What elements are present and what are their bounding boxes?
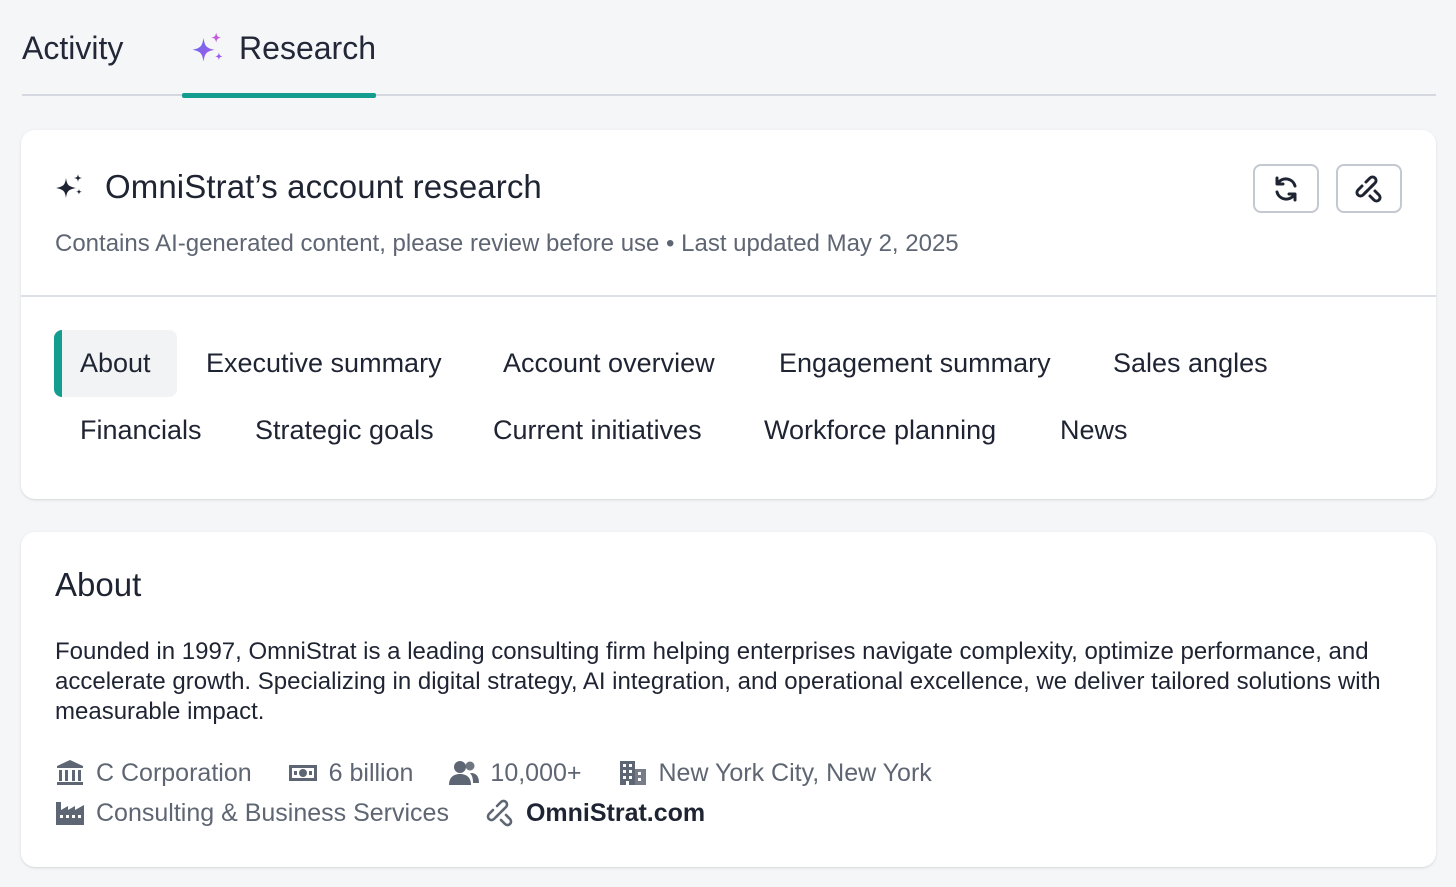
copy-link-button[interactable] [1336,164,1402,213]
tab-activity[interactable]: Activity [22,0,123,96]
account-research-card: OmniStrat’s account research Contains AI… [21,130,1436,499]
building-icon [619,761,646,785]
section-financials[interactable]: Financials [80,397,202,464]
section-executive-summary[interactable]: Executive summary [206,330,442,397]
section-news[interactable]: News [1060,397,1128,464]
website-value[interactable]: OmniStrat.com [526,799,705,828]
entity-type: C Corporation [55,758,252,788]
industry-value: Consulting & Business Services [96,798,449,827]
revenue-value: 6 billion [328,758,414,787]
bank-icon [57,760,83,785]
section-about[interactable]: About [54,330,177,397]
employees: 10,000+ [449,758,582,788]
tab-activity-label: Activity [22,29,124,66]
industry-icon [56,802,84,825]
about-description: Founded in 1997, OmniStrat is a leading … [55,638,1381,725]
tab-research-label: Research [239,29,376,66]
research-section-nav: About Executive summary Account overview… [21,297,1436,497]
users-icon [449,761,480,785]
ai-sparkle-icon [192,32,223,62]
research-title-row: OmniStrat’s account research [55,168,542,206]
tab-research[interactable]: Research [182,0,376,98]
company-meta-row: C Corporation 6 billion 10,000+ New York… [55,758,968,788]
location: New York City, New York [618,758,932,788]
section-workforce-planning[interactable]: Workforce planning [764,397,996,464]
section-account-overview[interactable]: Account overview [503,330,715,397]
location-value: New York City, New York [658,758,932,787]
section-strategic-goals[interactable]: Strategic goals [255,397,434,464]
about-card: About Founded in 1997, OmniStrat is a le… [21,532,1436,867]
revenue: 6 billion [288,758,414,788]
link-icon [1355,174,1382,203]
money-icon [288,765,317,781]
entity-type-value: C Corporation [96,758,252,787]
research-title: OmniStrat’s account research [105,168,542,205]
company-meta-row-2: Consulting & Business Services OmniStrat… [55,798,741,828]
link-icon [486,799,513,827]
section-current-initiatives[interactable]: Current initiatives [493,397,702,464]
refresh-icon [1275,176,1297,201]
sparkle-icon [56,174,82,198]
website-link[interactable]: OmniStrat.com [485,798,705,828]
top-tab-bar: Activity Research [22,0,1436,98]
refresh-button[interactable] [1253,164,1319,213]
research-subtitle: Contains AI-generated content, please re… [55,230,959,257]
section-sales-angles[interactable]: Sales angles [1113,330,1268,397]
employees-value: 10,000+ [490,758,582,787]
research-header: OmniStrat’s account research Contains AI… [21,130,1436,297]
active-tab-indicator [182,93,376,98]
about-heading: About [55,566,142,603]
industry: Consulting & Business Services [55,798,449,828]
section-engagement-summary[interactable]: Engagement summary [779,330,1051,397]
